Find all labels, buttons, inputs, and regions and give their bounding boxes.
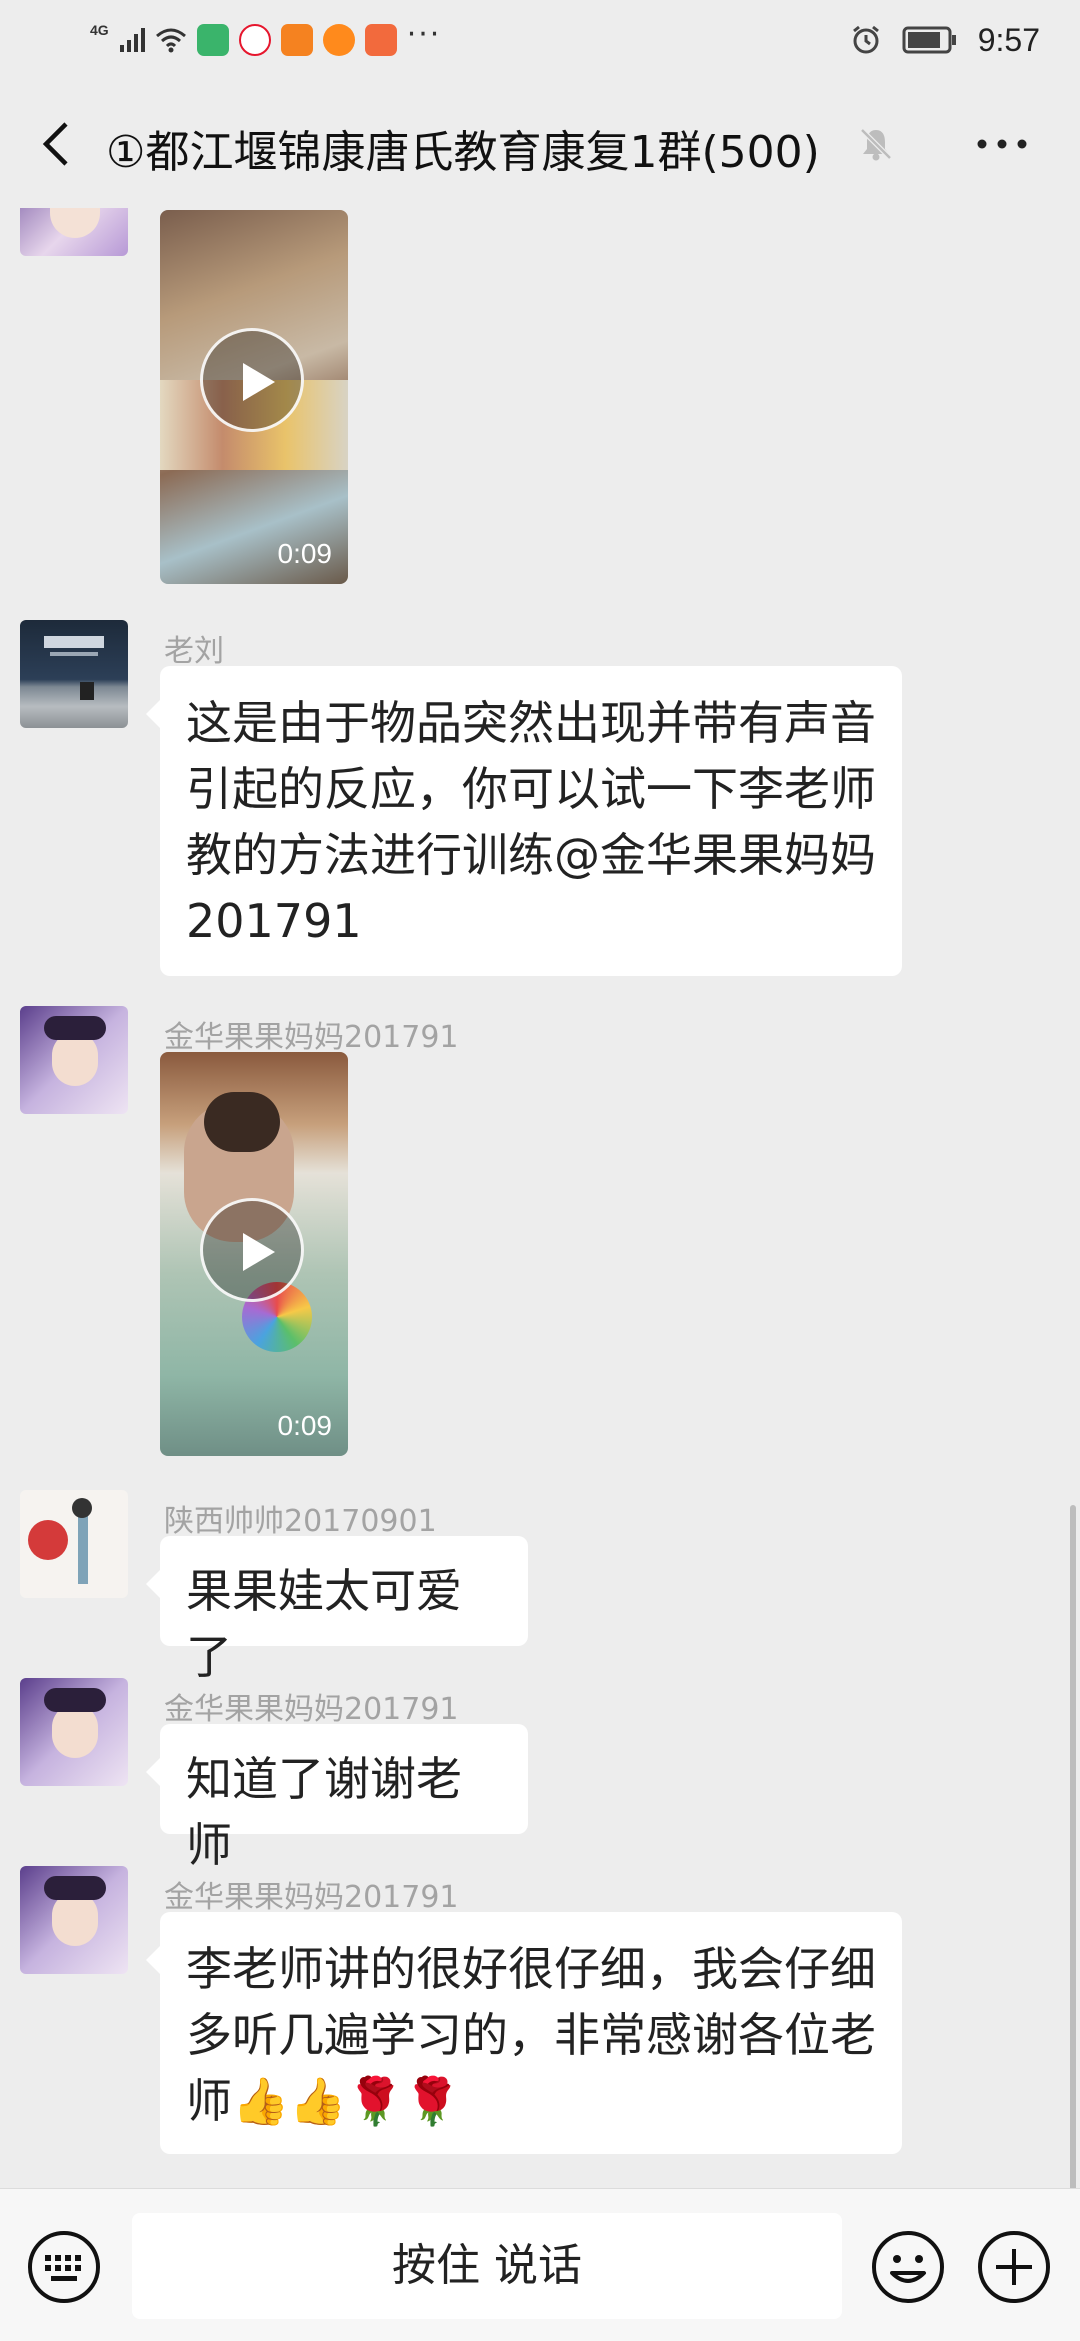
video-duration: 0:09 xyxy=(277,1410,333,1441)
mute-bell-icon xyxy=(860,128,892,161)
text-message[interactable]: 李老师讲的很好很仔细，我会仔细 多听几遍学习的，非常感谢各位老 师👍👍🌹🌹 xyxy=(146,1912,902,2154)
message-line: 多听几遍学习的，非常感谢各位老 xyxy=(186,2008,876,2062)
sender-name: 金华果果妈妈201791 xyxy=(164,1692,459,1727)
message-line: 师👍👍🌹🌹 xyxy=(186,2074,462,2128)
message-line: 引起的反应，你可以试一下李老师 xyxy=(186,762,876,816)
chat-header: ①都江堰锦康唐氏教育康复1群(500) xyxy=(0,80,1080,208)
avatar[interactable] xyxy=(20,620,128,728)
status-right: 9:57 xyxy=(850,14,1040,66)
avatar[interactable] xyxy=(20,208,128,256)
message-line: 201791 xyxy=(186,894,362,948)
video-duration: 0:09 xyxy=(277,538,333,569)
sender-name: 金华果果妈妈201791 xyxy=(164,1880,459,1915)
alarm-icon xyxy=(852,25,879,54)
sender-name: 陕西帅帅20170901 xyxy=(164,1504,437,1539)
message-line: 果果娃太可爱了 xyxy=(186,1564,462,1684)
status-bar: 4G ··· 9:57 xyxy=(0,0,1080,80)
sender-name: 金华果果妈妈201791 xyxy=(164,1020,459,1055)
battery-icon xyxy=(902,26,956,54)
status-left: 4G ··· xyxy=(90,16,442,62)
wifi-icon xyxy=(155,28,186,53)
text-message[interactable]: 知道了谢谢老师 xyxy=(146,1724,528,1872)
video-message[interactable]: 0:09 xyxy=(160,1052,348,1456)
text-message[interactable]: 果果娃太可爱了 xyxy=(146,1536,528,1684)
clock: 9:57 xyxy=(977,21,1040,58)
avatar[interactable] xyxy=(20,1678,128,1786)
more-notifications: ··· xyxy=(406,16,442,52)
message-list[interactable]: 0:09 老刘 这是由于物品突然出现并带有声音 引起的反应，你可以试一下李老师 … xyxy=(0,208,1080,2188)
play-icon[interactable] xyxy=(200,328,304,432)
back-arrow-icon[interactable] xyxy=(30,116,86,172)
taobao-icon xyxy=(322,24,355,56)
sender-name: 老刘 xyxy=(164,634,224,669)
message-line: 李老师讲的很好很仔细，我会仔细 xyxy=(186,1942,876,1996)
hold-to-talk-button[interactable]: 按住 说话 xyxy=(132,2213,842,2319)
avatar[interactable] xyxy=(20,1866,128,1974)
message-line: 教的方法进行训练@金华果果妈妈 xyxy=(186,828,876,882)
network-type: 4G xyxy=(90,22,109,38)
reader-app-icon xyxy=(280,24,313,56)
input-bar: 按住 说话 xyxy=(0,2188,1080,2341)
plus-icon[interactable] xyxy=(976,2229,1052,2305)
avatar[interactable] xyxy=(20,1006,128,1114)
message-line: 这是由于物品突然出现并带有声音 xyxy=(186,696,876,750)
more-dots-icon[interactable] xyxy=(972,120,1032,168)
player-app-icon xyxy=(364,24,397,56)
video-app-icon xyxy=(196,24,229,56)
video-message[interactable]: 0:09 xyxy=(160,210,348,584)
message-line: 知道了谢谢老师 xyxy=(186,1752,462,1872)
text-message[interactable]: 这是由于物品突然出现并带有声音 引起的反应，你可以试一下李老师 教的方法进行训练… xyxy=(146,666,902,976)
play-icon[interactable] xyxy=(200,1198,304,1302)
chat-title: ①都江堰锦康唐氏教育康复1群(500) xyxy=(106,127,820,178)
avatar[interactable] xyxy=(20,1490,128,1598)
emoji-icon[interactable] xyxy=(870,2229,946,2305)
keyboard-icon[interactable] xyxy=(26,2229,102,2305)
weibo-icon xyxy=(238,24,271,56)
scrollbar[interactable] xyxy=(1070,1505,1076,2205)
signal-icon xyxy=(119,28,145,52)
